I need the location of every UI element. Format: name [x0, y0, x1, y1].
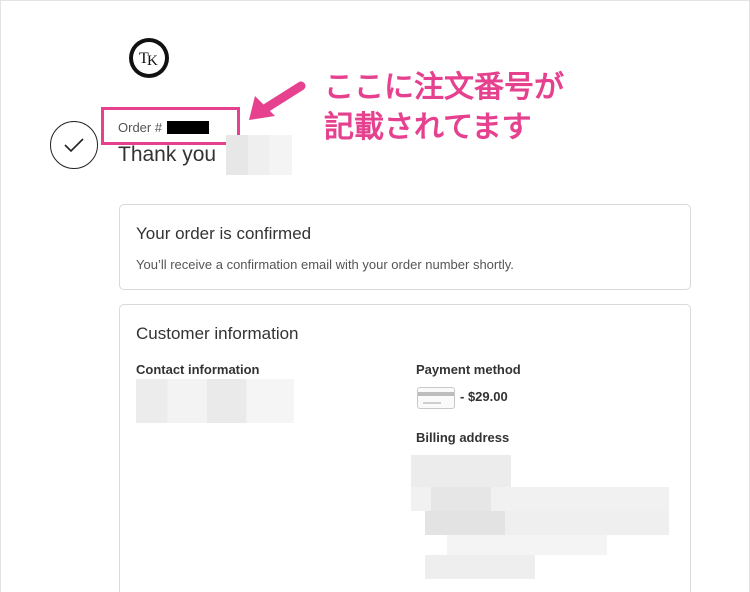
credit-card-icon [417, 387, 455, 409]
callout-line-2: 記載されてます [324, 110, 532, 145]
callout-line-1: ここに注文番号が [324, 70, 564, 105]
contact-information-label: Contact information [136, 362, 260, 377]
customer-name-blurred [226, 135, 292, 175]
order-confirmed-title: Your order is confirmed [136, 224, 312, 243]
svg-text:K: K [147, 53, 158, 69]
billing-address-blurred [411, 455, 669, 579]
payment-amount: - $29.00 [460, 389, 508, 404]
order-number-label: Order # [118, 120, 163, 135]
check-icon [50, 121, 98, 169]
customer-information-card: Customer information Contact information… [119, 304, 691, 592]
customer-information-title: Customer information [136, 324, 299, 343]
order-number-redacted [167, 121, 209, 134]
tk-logo-icon[interactable]: T K [129, 38, 169, 78]
order-confirmed-text: You’ll receive a confirmation email with… [136, 257, 514, 272]
order-confirmed-card: Your order is confirmed You’ll receive a… [119, 204, 691, 290]
thank-you-heading: Thank you [118, 143, 217, 166]
annotation-callout: ここに注文番号が 記載されてます [324, 68, 624, 148]
billing-address-label: Billing address [416, 430, 510, 445]
contact-information-blurred [136, 379, 294, 423]
payment-method-label: Payment method [416, 362, 521, 377]
pink-arrow-icon [249, 81, 306, 120]
